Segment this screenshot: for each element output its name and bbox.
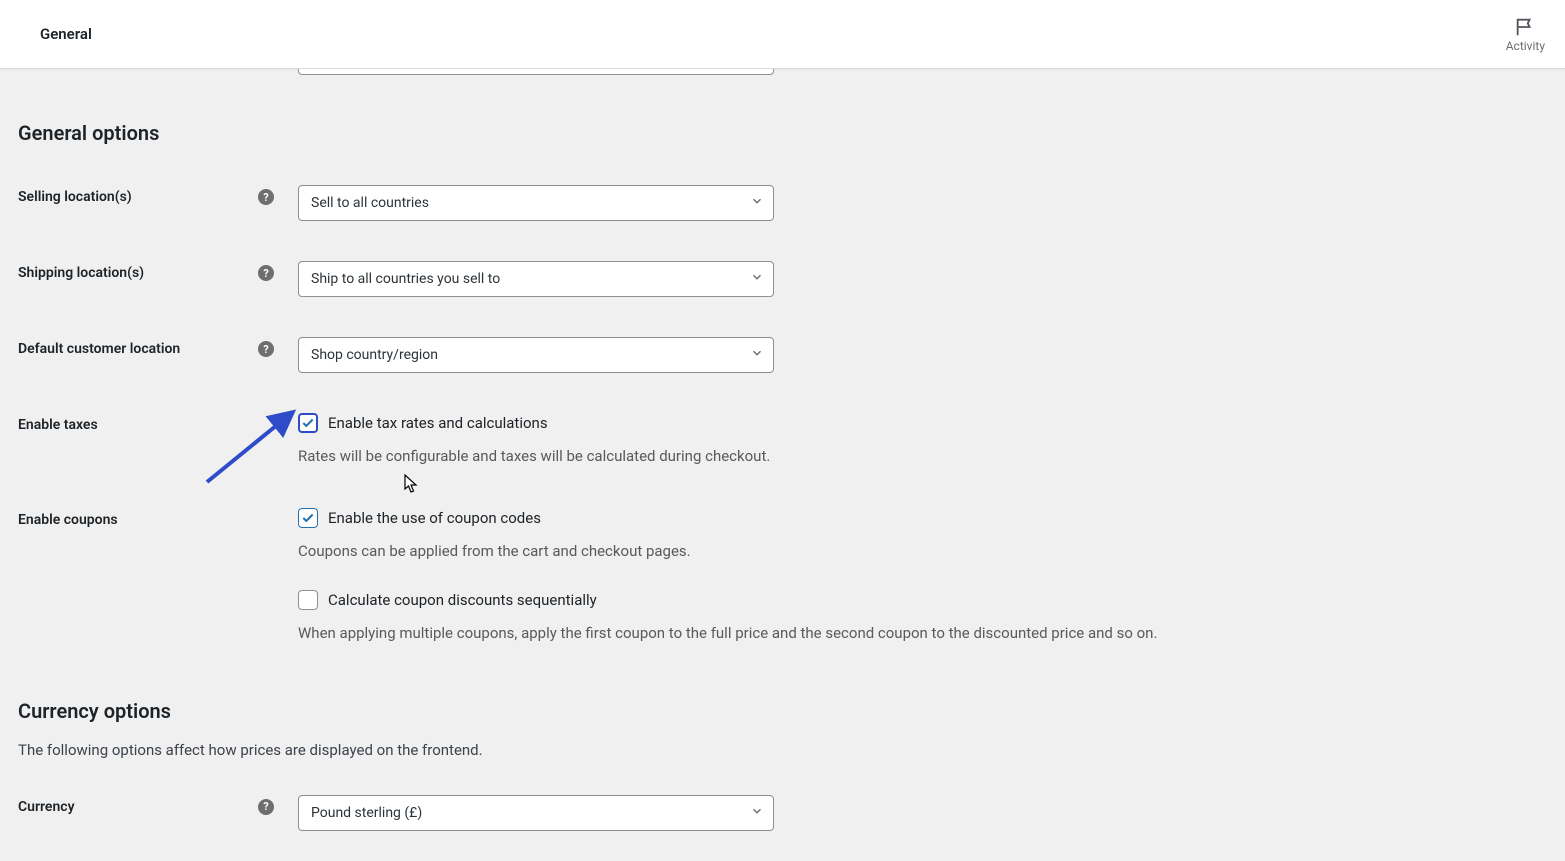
help-icon[interactable]: ? (258, 799, 274, 815)
page-header: General Activity (0, 0, 1565, 69)
help-icon[interactable]: ? (258, 341, 274, 357)
label-enable-coupons: Enable coupons (18, 512, 276, 528)
select-default-customer-location[interactable]: Shop country/region (298, 337, 774, 373)
checkbox-label-enable-taxes: Enable tax rates and calculations (328, 414, 548, 432)
checkbox-label-sequential: Calculate coupon discounts sequentially (328, 591, 597, 609)
row-shipping-locations: Shipping location(s) ? Ship to all count… (18, 261, 1547, 297)
select-value: Sell to all countries (311, 195, 429, 211)
select-value: Shop country/region (311, 347, 438, 363)
select-value: Pound sterling (£) (311, 805, 422, 821)
row-currency: Currency ? Pound sterling (£) (18, 795, 1547, 831)
desc-enable-taxes: Rates will be configurable and taxes wil… (298, 445, 1547, 468)
activity-button[interactable]: Activity (1506, 16, 1545, 53)
section-title-general-options: General options (18, 121, 1547, 145)
partial-field-above (298, 69, 774, 75)
flag-icon (1514, 16, 1536, 38)
label-selling-locations: Selling location(s) (18, 189, 250, 205)
checkbox-label-enable-coupons: Enable the use of coupon codes (328, 509, 541, 527)
select-shipping-locations[interactable]: Ship to all countries you sell to (298, 261, 774, 297)
checkbox-sequential-discounts[interactable] (298, 590, 318, 610)
select-value: Ship to all countries you sell to (311, 271, 500, 287)
label-enable-taxes: Enable taxes (18, 417, 276, 433)
row-selling-locations: Selling location(s) ? Sell to all countr… (18, 185, 1547, 221)
cursor-icon (404, 474, 420, 494)
select-selling-locations[interactable]: Sell to all countries (298, 185, 774, 221)
row-default-customer-location: Default customer location ? Shop country… (18, 337, 1547, 373)
help-icon[interactable]: ? (258, 265, 274, 281)
label-default-customer-location: Default customer location (18, 341, 250, 357)
select-currency[interactable]: Pound sterling (£) (298, 795, 774, 831)
section-title-currency-options: Currency options (18, 699, 1547, 723)
desc-enable-coupons: Coupons can be applied from the cart and… (298, 540, 1547, 563)
label-currency: Currency (18, 799, 250, 815)
row-enable-coupons: Enable coupons Enable the use of coupon … (18, 508, 1547, 645)
help-icon[interactable]: ? (258, 189, 274, 205)
header-title: General (40, 25, 92, 43)
label-shipping-locations: Shipping location(s) (18, 265, 250, 281)
currency-options-desc: The following options affect how prices … (18, 741, 1547, 759)
desc-sequential: When applying multiple coupons, apply th… (298, 622, 1547, 645)
row-enable-taxes: Enable taxes Enable tax rates and calcul… (18, 413, 1547, 468)
activity-label: Activity (1506, 39, 1545, 53)
checkbox-enable-taxes[interactable] (298, 413, 318, 433)
checkbox-enable-coupons[interactable] (298, 508, 318, 528)
